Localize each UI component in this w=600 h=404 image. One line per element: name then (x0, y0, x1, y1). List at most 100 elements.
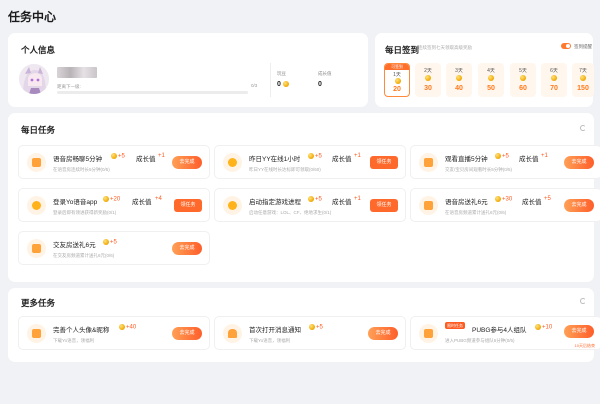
task-name: 观看直播5分钟 (445, 156, 488, 163)
checkin-day-5[interactable]: 5天 60 (510, 63, 536, 97)
coin-icon (309, 324, 315, 330)
coin-icon (488, 75, 494, 81)
task-button[interactable]: 去完成 (172, 327, 202, 340)
coin-icon (103, 239, 109, 245)
task-card: 语音房畅聊5分钟 +5 成长值 +1 在语音房连续时长5分钟(0/5) 去完成 (18, 145, 210, 179)
today-badge: 可签到 (385, 64, 409, 70)
edit-icon (27, 324, 46, 343)
checkin-day-4[interactable]: 4天 50 (478, 63, 504, 97)
task-coin-reward: +5 (309, 324, 323, 331)
stat-label-beans: 玩豆 (277, 71, 286, 76)
checkin-day-6[interactable]: 6天 70 (541, 63, 567, 97)
day-reward: 70 (550, 85, 558, 92)
coin-icon (495, 153, 501, 159)
refresh-icon[interactable] (580, 298, 586, 304)
task-button[interactable]: 去完成 (564, 156, 594, 169)
checkin-day-3[interactable]: 3天 40 (446, 63, 472, 97)
day-label: 2天 (424, 68, 432, 74)
task-button[interactable]: 去完成 (564, 325, 594, 338)
task-card: 交友房送礼6元 +5 在交友房频道累计送礼6元(0/6) 去完成 (18, 231, 210, 265)
day-reward: 30 (424, 85, 432, 92)
task-button[interactable]: 领任务 (370, 156, 398, 169)
bell-icon (223, 324, 242, 343)
task-coin-reward: +5 (495, 153, 509, 160)
task-card: 登录Yo语音app +20 成长值 +4 登录后即有领进获得新奖励(0/1) 领… (18, 188, 210, 222)
coin-icon (282, 81, 289, 88)
grow-label: 成长值 (132, 199, 152, 206)
level-progress-bar (57, 91, 248, 94)
task-desc: 在语音房频道累计送礼6元(0/6) (445, 210, 507, 215)
task-button[interactable]: 去完成 (368, 327, 398, 340)
task-card: 完善个人头像&昵称 +40 下载Yo语音，领福利 去完成 (18, 316, 210, 350)
limited-time-tag: 限时任务 (445, 322, 465, 329)
coin-icon (535, 324, 541, 330)
task-desc: 昨日YY在线时长达标即可领取(0/60) (249, 167, 321, 172)
reminder-toggle[interactable] (561, 43, 571, 49)
coin-icon (520, 75, 526, 81)
day-label: 7天 (579, 68, 587, 74)
task-desc: 启动任意游戏：LOL、CF、绝地求生(0/1) (249, 210, 332, 215)
level-text: 距离下一级: (57, 84, 81, 89)
task-card: 限时任务 PUBG参与4人组队 +10 进入PUBG频道参与组队5分钟(0/5)… (410, 316, 600, 350)
grow-value: +1 (541, 153, 548, 159)
checkin-day-7[interactable]: 7天 150 (572, 63, 594, 97)
grow-label: 成长值 (519, 156, 539, 163)
username-blurred (57, 67, 97, 78)
task-card: 启动指定游戏进程 +5 成长值 +1 启动任意游戏：LOL、CF、绝地求生(0/… (214, 188, 406, 222)
checkin-day-1[interactable]: 可签到 1天 20 (384, 63, 410, 97)
task-coin-reward: +30 (495, 196, 512, 203)
task-desc: 下载Yo语音，领福利 (53, 338, 95, 343)
task-button[interactable]: 去完成 (172, 242, 202, 255)
day-reward: 20 (393, 86, 401, 93)
deadline-note: 10天后结束 (574, 343, 595, 348)
task-button[interactable]: 领任务 (174, 199, 202, 212)
task-name: 昨日YY在线1小时 (249, 156, 301, 163)
coin-icon (119, 324, 125, 330)
task-name: 语音房畅聊5分钟 (53, 156, 103, 163)
task-coin-reward: +10 (535, 324, 552, 331)
task-button[interactable]: 领任务 (370, 199, 398, 212)
task-name: 登录Yo语音app (53, 199, 98, 206)
task-name: 交友房送礼6元 (53, 242, 96, 249)
grow-value: +4 (155, 196, 162, 202)
coin-icon (103, 196, 109, 202)
day-reward: 150 (577, 85, 589, 92)
task-card: 观看直播5分钟 +5 成长值 +1 交友/宝贝房间观看时长5分钟(0/5) 去完… (410, 145, 600, 179)
task-coin-reward: +5 (308, 196, 322, 203)
level-progress-text: 0/3 (251, 83, 258, 88)
grow-label: 成长值 (332, 199, 352, 206)
task-name: 完善个人头像&昵称 (53, 327, 110, 334)
day-reward: 40 (455, 85, 463, 92)
task-card: 首次打开消息通知 +5 下载Yo语音，领福利 去完成 (214, 316, 406, 350)
checkin-title: 每日签到 (385, 45, 420, 55)
task-name: 启动指定游戏进程 (249, 199, 301, 206)
profile-title: 个人信息 (21, 45, 56, 55)
task-button[interactable]: 去完成 (172, 156, 202, 169)
task-coin-reward: +40 (119, 324, 136, 331)
refresh-icon[interactable] (580, 125, 586, 131)
task-desc: 在语音房连续时长5分钟(0/5) (53, 167, 110, 172)
task-name: 语音房送礼6元 (445, 199, 488, 206)
trophy-icon (223, 153, 242, 172)
gift-box-icon (419, 196, 438, 215)
page-title: 任务中心 (8, 10, 57, 24)
live-icon (419, 153, 438, 172)
reminder-label: 签到提醒 (574, 44, 592, 49)
task-coin-reward: +20 (103, 196, 120, 203)
task-button[interactable]: 去完成 (564, 199, 594, 212)
coin-icon (580, 75, 586, 81)
coin-icon (395, 78, 401, 84)
gift-box-icon (419, 324, 438, 343)
checkin-subtitle: 连续签到七天领取高级奖励 (418, 45, 472, 50)
task-desc: 在交友房频道累计送礼6元(0/6) (53, 253, 115, 258)
gift-box-icon (27, 239, 46, 258)
task-name: 首次打开消息通知 (249, 327, 301, 334)
checkin-day-2[interactable]: 2天 30 (415, 63, 441, 97)
task-desc: 下载Yo语音，领福利 (249, 338, 291, 343)
stat-value-beans: 0 (277, 81, 289, 88)
day-label: 1天 (393, 72, 401, 78)
stat-label-growth: 成长值 (318, 71, 332, 76)
coin-icon (425, 75, 431, 81)
avatar[interactable] (19, 64, 49, 94)
divider (270, 63, 271, 97)
